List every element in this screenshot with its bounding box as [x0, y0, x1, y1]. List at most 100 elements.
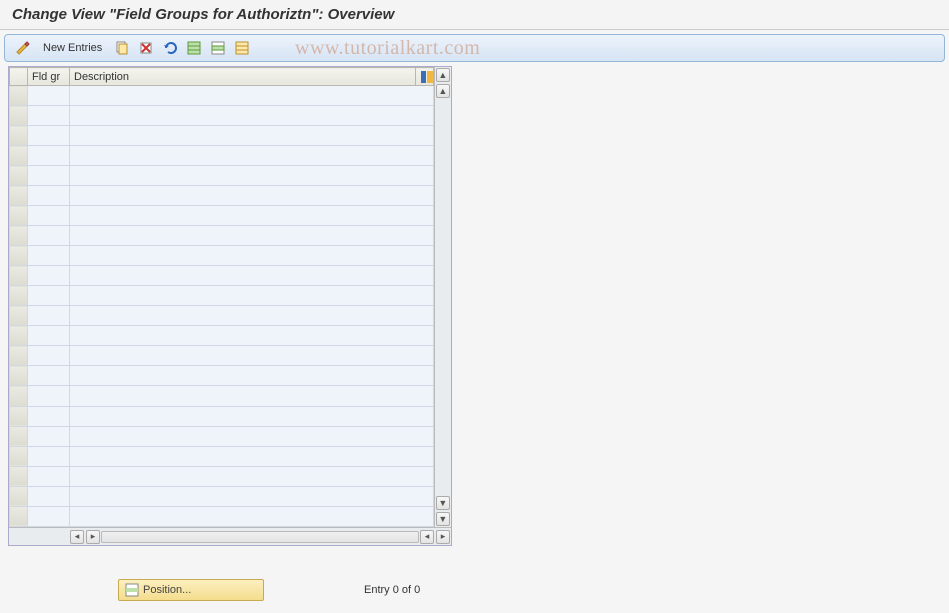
row-selector[interactable] — [10, 506, 28, 526]
table-row[interactable] — [10, 166, 434, 186]
row-selector[interactable] — [10, 446, 28, 466]
cell-fld-gr[interactable] — [28, 86, 70, 106]
row-selector[interactable] — [10, 206, 28, 226]
cell-description[interactable] — [70, 226, 434, 246]
row-selector[interactable] — [10, 386, 28, 406]
undo-icon[interactable] — [160, 38, 180, 58]
scroll-right-icon[interactable]: ◂ — [420, 530, 434, 544]
cell-fld-gr[interactable] — [28, 326, 70, 346]
copy-as-icon[interactable] — [112, 38, 132, 58]
scroll-down2-icon[interactable]: ▼ — [436, 496, 450, 510]
cell-fld-gr[interactable] — [28, 386, 70, 406]
row-selector[interactable] — [10, 286, 28, 306]
column-header-fld-gr[interactable]: Fld gr — [28, 68, 70, 86]
cell-description[interactable] — [70, 206, 434, 226]
row-selector[interactable] — [10, 426, 28, 446]
table-row[interactable] — [10, 286, 434, 306]
cell-description[interactable] — [70, 146, 434, 166]
scroll-up-icon[interactable]: ▲ — [436, 68, 450, 82]
cell-description[interactable] — [70, 326, 434, 346]
horizontal-scrollbar[interactable]: ◂ ▸ ◂ ▸ — [9, 527, 451, 545]
cell-fld-gr[interactable] — [28, 166, 70, 186]
row-selector[interactable] — [10, 186, 28, 206]
table-row[interactable] — [10, 446, 434, 466]
cell-description[interactable] — [70, 186, 434, 206]
scroll-up2-icon[interactable]: ▲ — [436, 84, 450, 98]
column-header-selector[interactable] — [10, 68, 28, 86]
cell-fld-gr[interactable] — [28, 306, 70, 326]
table-row[interactable] — [10, 326, 434, 346]
scroll-left-first-icon[interactable]: ◂ — [70, 530, 84, 544]
vertical-scrollbar[interactable]: ▲ ▲ ▼ ▼ — [434, 67, 451, 527]
cell-fld-gr[interactable] — [28, 266, 70, 286]
delete-icon[interactable] — [136, 38, 156, 58]
row-selector[interactable] — [10, 166, 28, 186]
cell-description[interactable] — [70, 386, 434, 406]
cell-fld-gr[interactable] — [28, 286, 70, 306]
table-row[interactable] — [10, 146, 434, 166]
cell-fld-gr[interactable] — [28, 186, 70, 206]
row-selector[interactable] — [10, 306, 28, 326]
table-row[interactable] — [10, 426, 434, 446]
cell-fld-gr[interactable] — [28, 146, 70, 166]
cell-fld-gr[interactable] — [28, 346, 70, 366]
cell-fld-gr[interactable] — [28, 366, 70, 386]
row-selector[interactable] — [10, 226, 28, 246]
select-all-icon[interactable] — [184, 38, 204, 58]
select-block-icon[interactable] — [208, 38, 228, 58]
table-row[interactable] — [10, 86, 434, 106]
row-selector[interactable] — [10, 346, 28, 366]
deselect-all-icon[interactable] — [232, 38, 252, 58]
cell-fld-gr[interactable] — [28, 106, 70, 126]
table-row[interactable] — [10, 366, 434, 386]
new-entries-button[interactable]: New Entries — [37, 40, 108, 56]
row-selector[interactable] — [10, 326, 28, 346]
cell-description[interactable] — [70, 126, 434, 146]
column-header-configure[interactable] — [415, 68, 433, 86]
cell-fld-gr[interactable] — [28, 126, 70, 146]
cell-description[interactable] — [70, 246, 434, 266]
row-selector[interactable] — [10, 366, 28, 386]
table-row[interactable] — [10, 386, 434, 406]
cell-description[interactable] — [70, 366, 434, 386]
table-row[interactable] — [10, 126, 434, 146]
cell-fld-gr[interactable] — [28, 226, 70, 246]
cell-description[interactable] — [70, 286, 434, 306]
table-row[interactable] — [10, 226, 434, 246]
table-row[interactable] — [10, 246, 434, 266]
column-header-description[interactable]: Description — [70, 68, 416, 86]
cell-description[interactable] — [70, 166, 434, 186]
cell-description[interactable] — [70, 106, 434, 126]
cell-fld-gr[interactable] — [28, 426, 70, 446]
row-selector[interactable] — [10, 106, 28, 126]
table-row[interactable] — [10, 346, 434, 366]
table-row[interactable] — [10, 506, 434, 526]
row-selector[interactable] — [10, 246, 28, 266]
table-row[interactable] — [10, 486, 434, 506]
cell-description[interactable] — [70, 406, 434, 426]
cell-description[interactable] — [70, 466, 434, 486]
cell-description[interactable] — [70, 486, 434, 506]
table-row[interactable] — [10, 106, 434, 126]
cell-description[interactable] — [70, 266, 434, 286]
row-selector[interactable] — [10, 146, 28, 166]
cell-description[interactable] — [70, 506, 434, 526]
cell-fld-gr[interactable] — [28, 206, 70, 226]
scroll-right-last-icon[interactable]: ▸ — [436, 530, 450, 544]
cell-fld-gr[interactable] — [28, 406, 70, 426]
cell-description[interactable] — [70, 306, 434, 326]
row-selector[interactable] — [10, 486, 28, 506]
table-row[interactable] — [10, 186, 434, 206]
row-selector[interactable] — [10, 266, 28, 286]
cell-fld-gr[interactable] — [28, 246, 70, 266]
row-selector[interactable] — [10, 126, 28, 146]
cell-fld-gr[interactable] — [28, 466, 70, 486]
scroll-down-icon[interactable]: ▼ — [436, 512, 450, 526]
toggle-display-change-icon[interactable] — [13, 38, 33, 58]
cell-description[interactable] — [70, 446, 434, 466]
table-row[interactable] — [10, 206, 434, 226]
table-row[interactable] — [10, 266, 434, 286]
cell-description[interactable] — [70, 346, 434, 366]
row-selector[interactable] — [10, 406, 28, 426]
table-row[interactable] — [10, 406, 434, 426]
